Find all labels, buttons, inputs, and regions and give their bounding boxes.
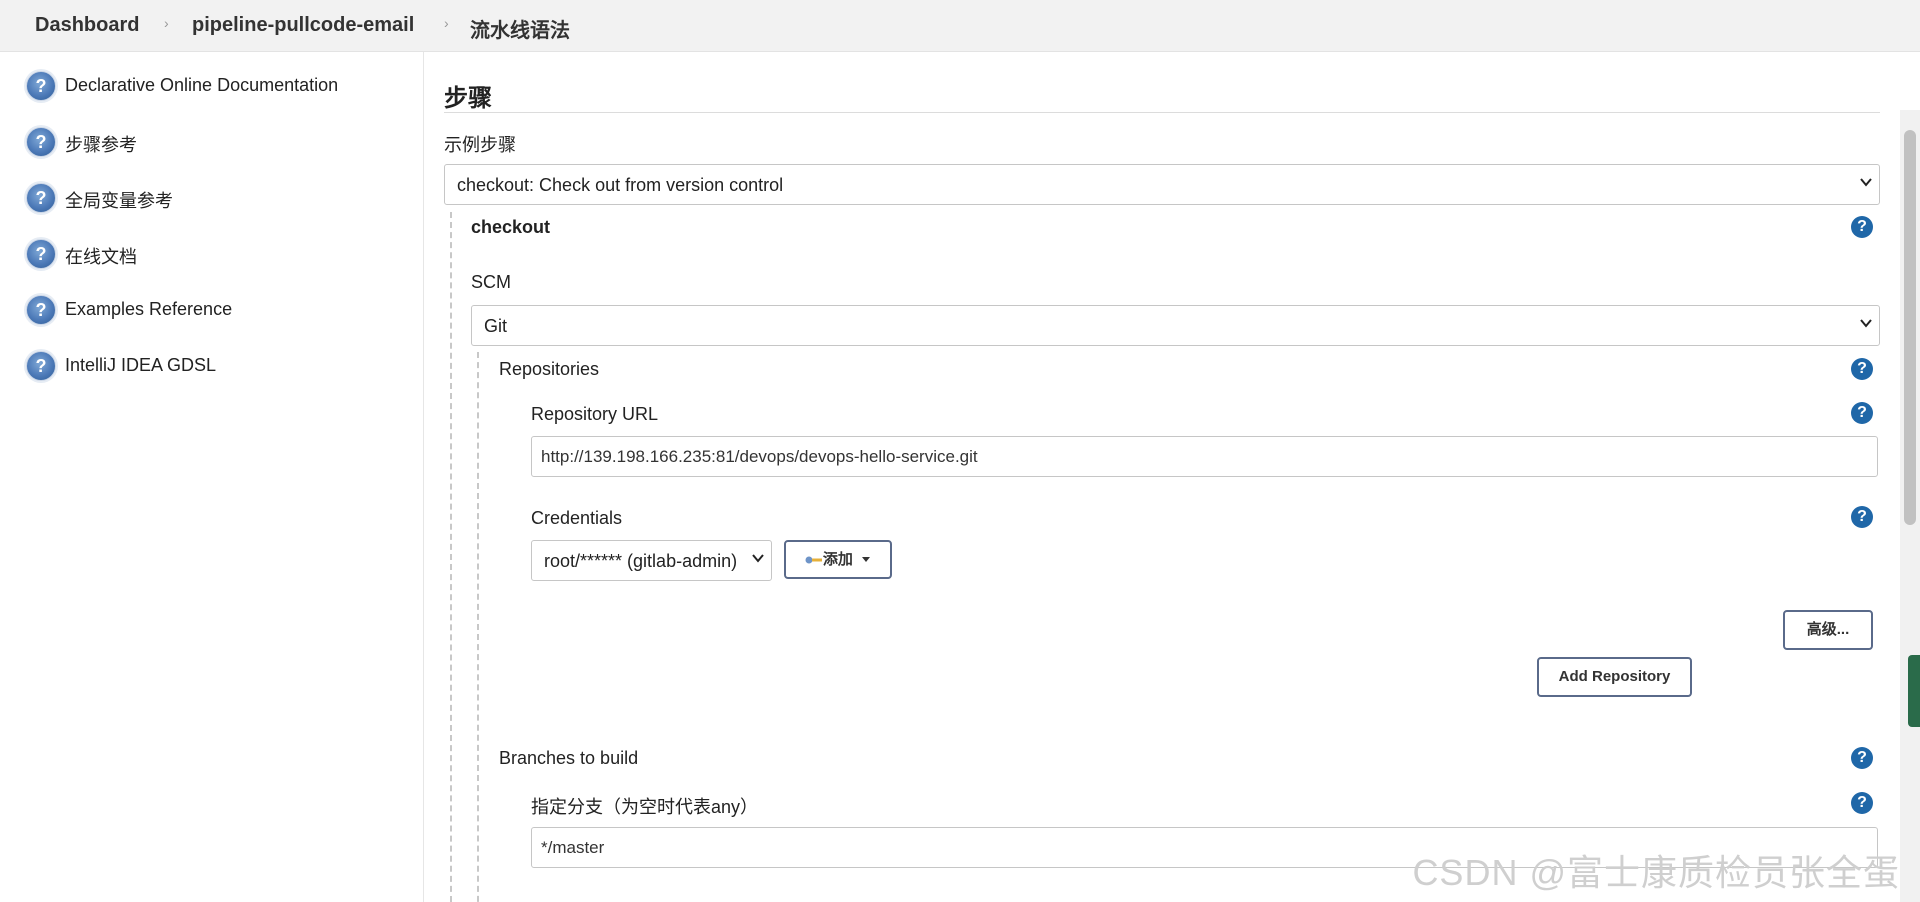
sidebar-item-label: Examples Reference bbox=[65, 299, 233, 319]
credentials-value: root/****** (gitlab-admin) bbox=[544, 551, 738, 571]
sample-step-value: checkout: Check out from version control bbox=[457, 175, 784, 195]
credentials-select[interactable]: root/****** (gitlab-admin) bbox=[531, 540, 772, 581]
advanced-button[interactable]: 高级... bbox=[1783, 610, 1873, 650]
caret-down-icon bbox=[862, 557, 871, 563]
add-repository-button[interactable]: Add Repository bbox=[1537, 657, 1692, 697]
repositories-label: Repositories bbox=[499, 359, 600, 379]
sidebar-item-label: 步骤参考 bbox=[65, 135, 137, 155]
breadcrumb-pipeline[interactable]: pipeline-pullcode-email bbox=[192, 14, 414, 37]
chevron-right-icon: › bbox=[444, 15, 449, 31]
breadcrumb-dashboard[interactable]: Dashboard bbox=[35, 14, 139, 37]
sample-step-select[interactable]: checkout: Check out from version control bbox=[444, 164, 1880, 205]
help-icon[interactable]: ? bbox=[1851, 792, 1873, 814]
sample-step-label: 示例步骤 bbox=[444, 135, 516, 155]
breadcrumb: Dashboard › pipeline-pullcode-email › 流水… bbox=[0, 0, 1920, 52]
chevron-down-icon bbox=[752, 554, 764, 563]
divider bbox=[444, 112, 1880, 113]
scroll-thumb[interactable] bbox=[1904, 130, 1916, 525]
sidebar-item-label: 在线文档 bbox=[65, 247, 137, 267]
branch-specifier-label: 指定分支（为空时代表any） bbox=[531, 797, 759, 817]
chevron-down-icon bbox=[1860, 319, 1872, 328]
key-icon bbox=[805, 556, 822, 564]
help-icon: ? bbox=[26, 71, 56, 101]
nesting-guide bbox=[477, 352, 479, 902]
help-icon: ? bbox=[26, 295, 56, 325]
branch-specifier-value: */master bbox=[541, 838, 605, 857]
credentials-label: Credentials bbox=[531, 508, 623, 528]
nesting-guide bbox=[450, 212, 452, 902]
sidebar-item-label: 全局变量参考 bbox=[65, 191, 173, 211]
checkout-title: checkout bbox=[471, 217, 551, 237]
repository-url-label: Repository URL bbox=[531, 404, 659, 424]
help-icon[interactable]: ? bbox=[1851, 216, 1873, 238]
help-icon[interactable]: ? bbox=[1851, 358, 1873, 380]
repository-url-value: http://139.198.166.235:81/devops/devops-… bbox=[541, 447, 978, 466]
watermark: CSDN @富士康质检员张全蛋 bbox=[1412, 852, 1900, 893]
help-icon: ? bbox=[26, 183, 56, 213]
help-icon[interactable]: ? bbox=[1851, 747, 1873, 769]
sidebar-item-label: Declarative Online Documentation bbox=[65, 75, 339, 95]
side-widget-tab[interactable] bbox=[1908, 655, 1920, 727]
scm-label: SCM bbox=[471, 272, 511, 292]
help-icon: ? bbox=[26, 239, 56, 269]
main-panel: 步骤 示例步骤 checkout: Check out from version… bbox=[424, 52, 1900, 902]
section-title: 步骤 bbox=[444, 85, 492, 112]
help-icon[interactable]: ? bbox=[1851, 506, 1873, 528]
chevron-down-icon bbox=[1860, 178, 1872, 187]
add-button-label: 添加 bbox=[822, 551, 853, 568]
scm-value: Git bbox=[484, 316, 508, 336]
help-icon: ? bbox=[26, 127, 56, 157]
add-credentials-button[interactable]: 添加 bbox=[784, 540, 892, 579]
scrollbar[interactable] bbox=[1900, 110, 1920, 902]
help-icon: ? bbox=[26, 351, 56, 381]
chevron-right-icon: › bbox=[164, 15, 169, 31]
breadcrumb-current-page: 流水线语法 bbox=[470, 20, 570, 42]
sidebar: ? Declarative Online Documentation ? 步骤参… bbox=[0, 52, 424, 902]
help-icon[interactable]: ? bbox=[1851, 402, 1873, 424]
sidebar-item-label: IntelliJ IDEA GDSL bbox=[65, 355, 217, 375]
repository-url-input[interactable]: http://139.198.166.235:81/devops/devops-… bbox=[531, 436, 1878, 477]
branches-label: Branches to build bbox=[499, 748, 639, 768]
scm-select[interactable]: Git bbox=[471, 305, 1880, 346]
